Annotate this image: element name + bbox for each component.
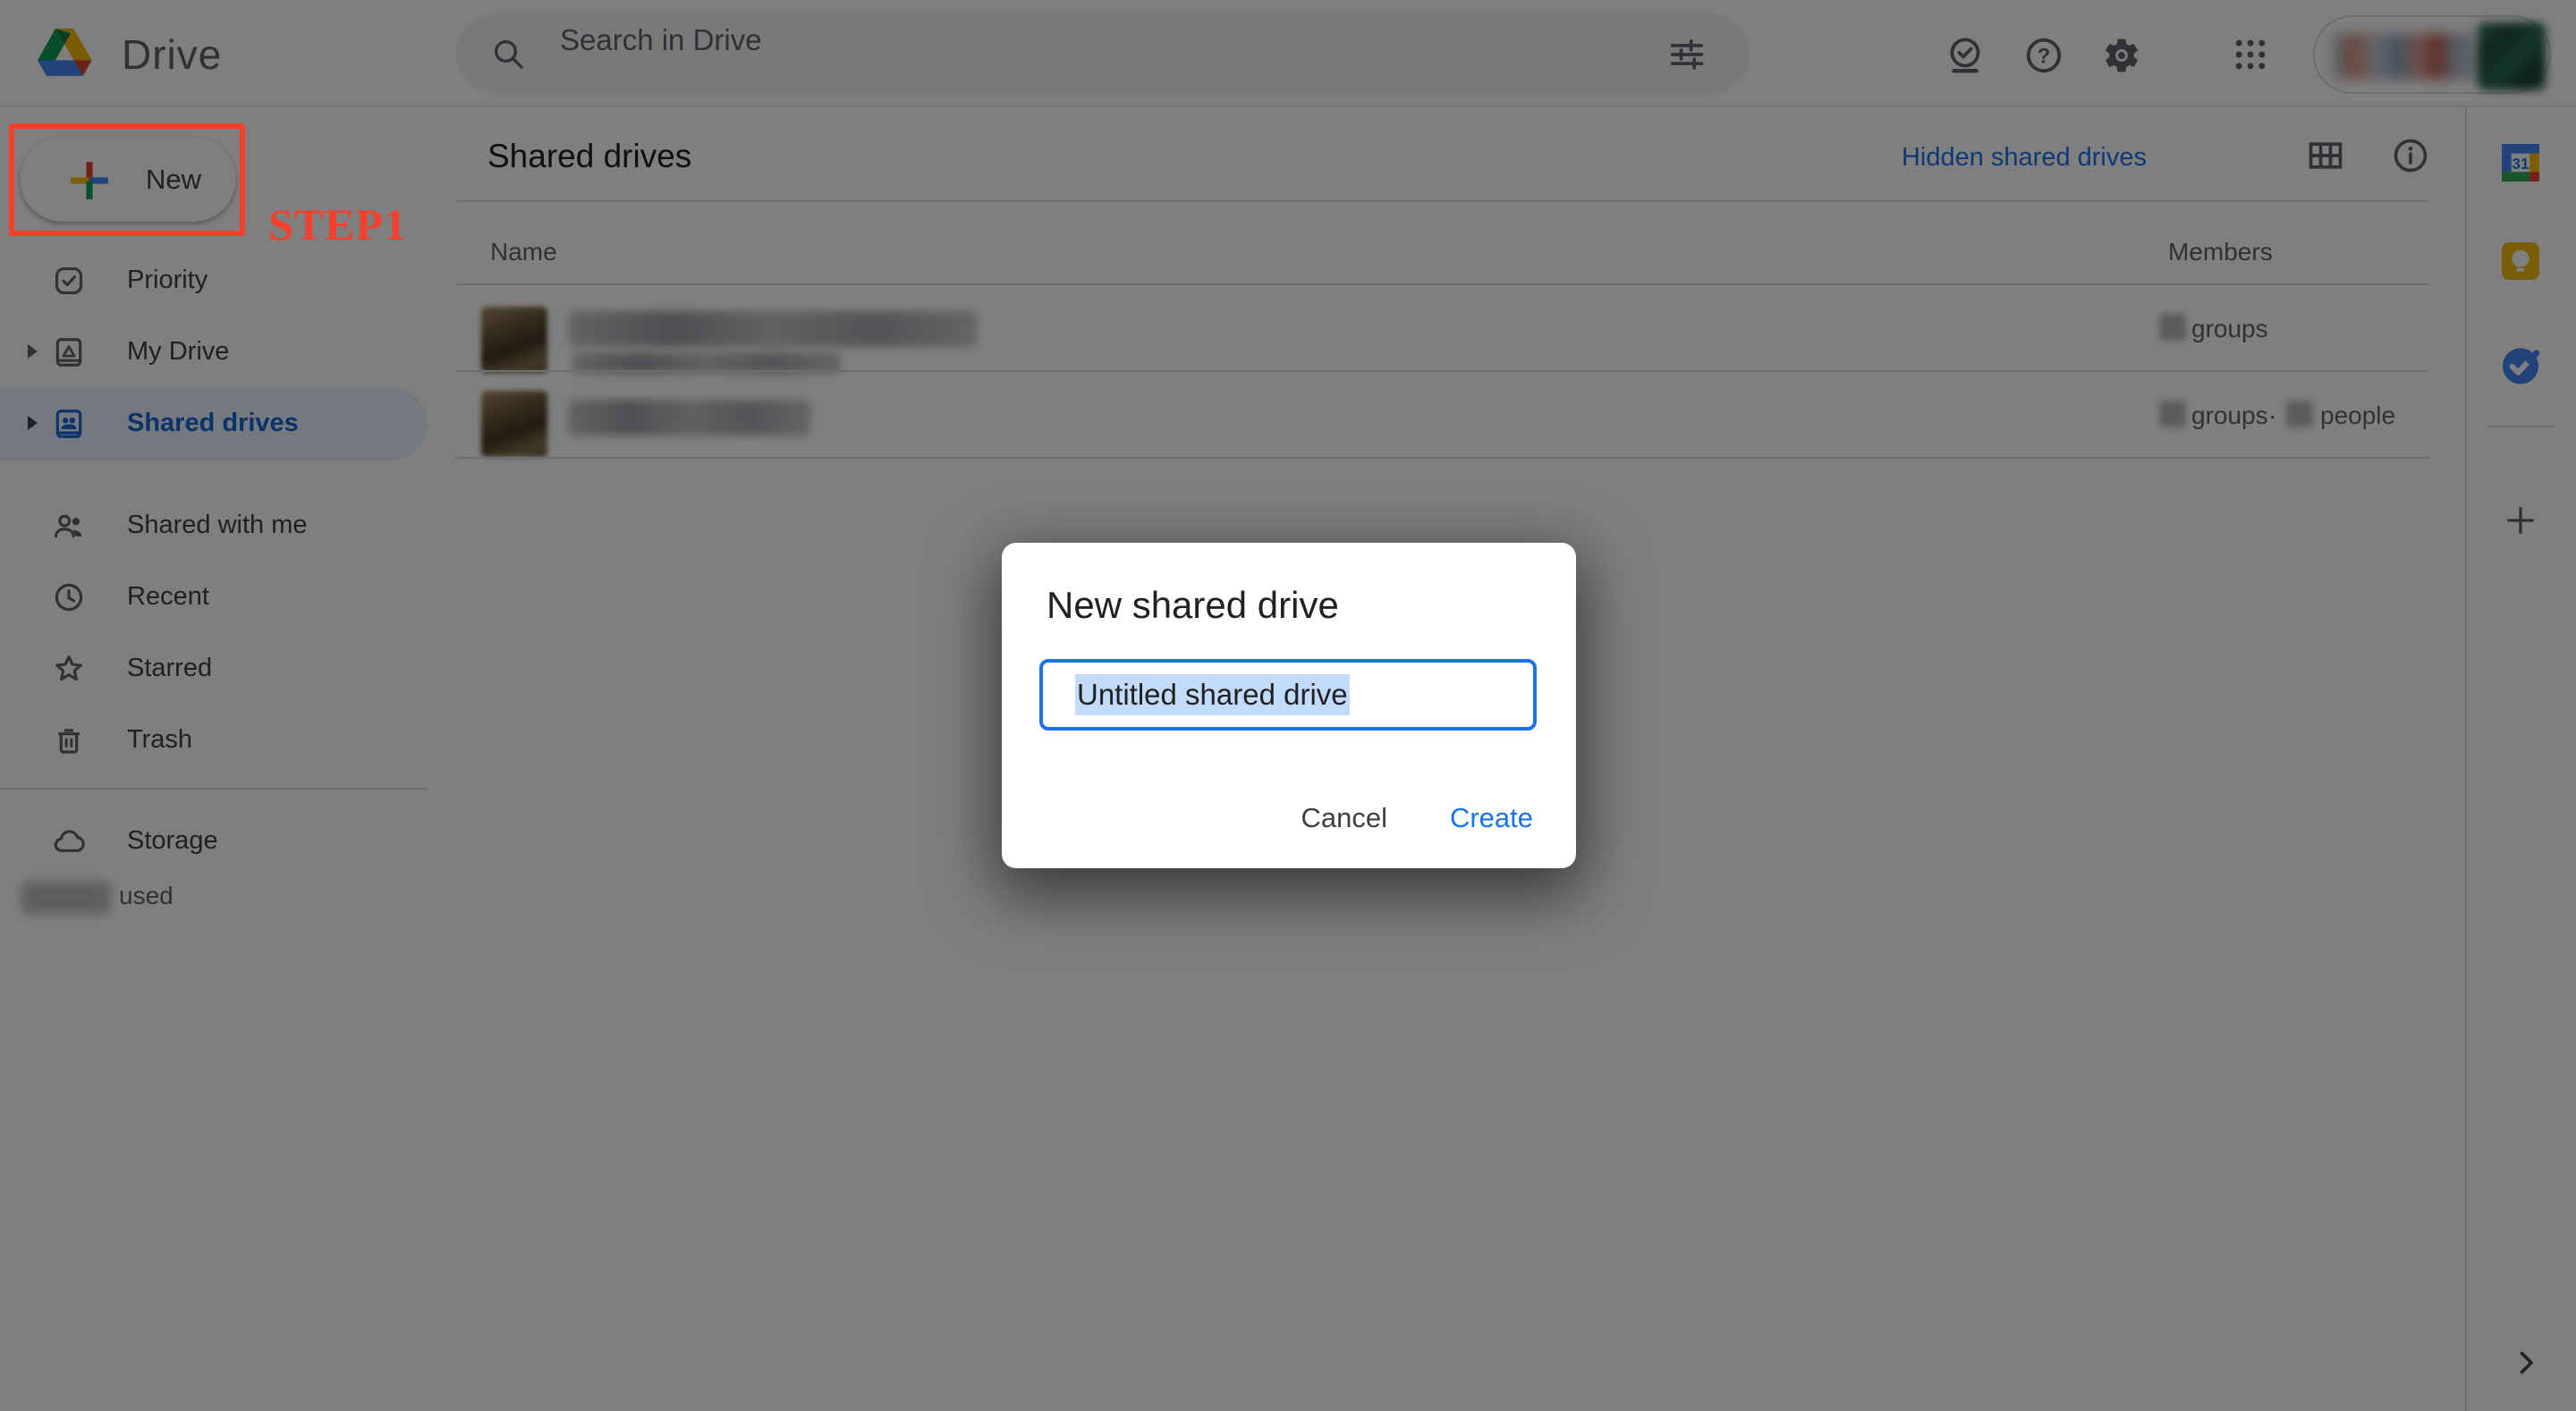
new-shared-drive-dialog: New shared drive Untitled shared drive C… xyxy=(1002,543,1576,868)
dialog-title: New shared drive xyxy=(1046,584,1339,627)
dialog-buttons: Cancel Create xyxy=(1301,802,1533,834)
step1-label: STEP1 xyxy=(268,199,407,250)
drive-name-input-value: Untitled shared drive xyxy=(1075,674,1350,715)
create-button[interactable]: Create xyxy=(1450,802,1533,834)
drive-name-input[interactable]: Untitled shared drive xyxy=(1039,659,1537,731)
drive-app: Drive Search in Drive ? xyxy=(0,0,2576,1411)
cancel-button[interactable]: Cancel xyxy=(1301,802,1387,834)
step1-highlight-box xyxy=(9,123,245,236)
